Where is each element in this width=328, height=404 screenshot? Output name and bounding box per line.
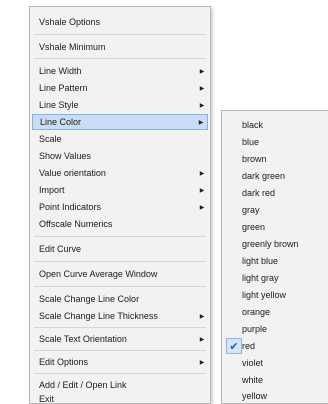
color-option-purple[interactable]: purple: [224, 321, 328, 337]
color-option-red[interactable]: ✔ red: [224, 338, 328, 354]
menu-item-edit-curve[interactable]: Edit Curve: [32, 241, 208, 257]
menu-separator: [34, 261, 206, 262]
color-option-light-blue[interactable]: light blue: [224, 253, 328, 269]
line-color-submenu: black blue brown dark green dark red gra…: [221, 110, 328, 404]
menu-item-value-orientation[interactable]: Value orientation ▶: [32, 165, 208, 181]
menu-item-label: Offscale Numerics: [39, 219, 113, 229]
color-option-light-yellow[interactable]: light yellow: [224, 287, 328, 303]
color-option-label: green: [242, 222, 266, 232]
context-menu: Vshale Options Vshale Minimum Line Width…: [29, 6, 211, 404]
menu-separator: [34, 327, 206, 328]
menu-item-offscale-numerics[interactable]: Offscale Numerics: [32, 216, 208, 232]
submenu-arrow-icon: ▶: [199, 313, 205, 320]
menu-item-open-curve-average-window[interactable]: Open Curve Average Window: [32, 266, 208, 282]
submenu-arrow-icon: ▶: [199, 102, 205, 109]
color-option-label: violet: [242, 358, 264, 368]
color-option-label: orange: [242, 307, 271, 317]
menu-item-import[interactable]: Import ▶: [32, 182, 208, 198]
color-option-label: greenly brown: [242, 239, 299, 249]
color-option-label: gray: [242, 205, 260, 215]
menu-item-scale-change-line-color[interactable]: Scale Change Line Color: [32, 291, 208, 307]
submenu-arrow-icon: ▶: [199, 170, 205, 177]
menu-item-label: Point Indicators: [39, 202, 102, 212]
submenu-arrow-icon: ▶: [199, 336, 205, 343]
color-option-blue[interactable]: blue: [224, 134, 328, 150]
color-option-label: light gray: [242, 273, 279, 283]
submenu-arrow-icon: ▶: [199, 68, 205, 75]
submenu-arrow-icon: ▶: [199, 359, 205, 366]
menu-item-label: Line Width: [39, 66, 82, 76]
menu-item-line-style[interactable]: Line Style ▶: [32, 97, 208, 113]
menu-item-show-values[interactable]: Show Values: [32, 148, 208, 164]
menu-item-label: Show Values: [39, 151, 91, 161]
menu-item-add-edit-open-link[interactable]: Add / Edit / Open Link: [32, 377, 208, 393]
menu-separator: [34, 236, 206, 237]
menu-separator: [34, 286, 206, 287]
color-option-light-gray[interactable]: light gray: [224, 270, 328, 286]
color-option-label: black: [242, 120, 264, 130]
menu-item-line-color[interactable]: Line Color ▶: [32, 114, 208, 130]
menu-item-label: Vshale Minimum: [39, 42, 106, 52]
menu-item-label: Scale Change Line Thickness: [39, 311, 158, 321]
menu-separator: [34, 58, 206, 59]
color-option-label: blue: [242, 137, 260, 147]
color-option-label: dark red: [242, 188, 276, 198]
menu-separator: [34, 350, 206, 351]
menu-item-label: Exit: [39, 393, 55, 404]
menu-separator: [34, 373, 206, 374]
checkmark-icon: ✔: [226, 338, 242, 354]
menu-item-label: Scale Text Orientation: [39, 334, 127, 344]
color-option-greenly-brown[interactable]: greenly brown: [224, 236, 328, 252]
color-option-label: purple: [242, 324, 268, 334]
menu-item-exit[interactable]: Exit: [32, 393, 208, 404]
color-option-orange[interactable]: orange: [224, 304, 328, 320]
color-option-label: yellow: [242, 391, 268, 401]
menu-item-label: Edit Curve: [39, 244, 82, 254]
color-option-dark-green[interactable]: dark green: [224, 168, 328, 184]
menu-item-label: Add / Edit / Open Link: [39, 380, 127, 390]
menu-item-scale-change-line-thickness[interactable]: Scale Change Line Thickness ▶: [32, 308, 208, 324]
menu-item-vshale-minimum[interactable]: Vshale Minimum: [32, 39, 208, 55]
color-option-violet[interactable]: violet: [224, 355, 328, 371]
color-option-label: light yellow: [242, 290, 287, 300]
menu-item-line-width[interactable]: Line Width ▶: [32, 63, 208, 79]
menu-item-edit-options[interactable]: Edit Options ▶: [32, 354, 208, 370]
color-option-green[interactable]: green: [224, 219, 328, 235]
menu-item-line-pattern[interactable]: Line Pattern ▶: [32, 80, 208, 96]
menu-item-label: Line Color: [40, 117, 82, 127]
menu-item-label: Open Curve Average Window: [39, 269, 158, 279]
color-option-label: dark green: [242, 171, 286, 181]
menu-item-label: Import: [39, 185, 65, 195]
menu-item-scale[interactable]: Scale: [32, 131, 208, 147]
menu-item-label: Line Pattern: [39, 83, 88, 93]
menu-item-label: Value orientation: [39, 168, 106, 178]
color-option-dark-red[interactable]: dark red: [224, 185, 328, 201]
color-option-brown[interactable]: brown: [224, 151, 328, 167]
submenu-arrow-icon: ▶: [199, 85, 205, 92]
menu-item-label: Edit Options: [39, 357, 89, 367]
menu-item-label: Scale: [39, 134, 62, 144]
color-option-label: brown: [242, 154, 267, 164]
menu-item-label: Vshale Options: [39, 17, 101, 27]
submenu-arrow-icon: ▶: [199, 187, 205, 194]
color-option-black[interactable]: black: [224, 117, 328, 133]
color-option-gray[interactable]: gray: [224, 202, 328, 218]
color-option-label: white: [242, 375, 264, 385]
menu-item-scale-text-orientation[interactable]: Scale Text Orientation ▶: [32, 331, 208, 347]
menu-item-label: Line Style: [39, 100, 79, 110]
submenu-arrow-icon: ▶: [198, 119, 204, 126]
submenu-arrow-icon: ▶: [199, 204, 205, 211]
color-option-white[interactable]: white: [224, 372, 328, 388]
color-option-label: light blue: [242, 256, 279, 266]
menu-item-point-indicators[interactable]: Point Indicators ▶: [32, 199, 208, 215]
menu-separator: [34, 34, 206, 35]
color-option-yellow[interactable]: yellow: [224, 389, 328, 403]
menu-item-vshale-options[interactable]: Vshale Options: [32, 14, 208, 30]
menu-item-label: Scale Change Line Color: [39, 294, 140, 304]
color-option-label: red: [242, 341, 256, 351]
